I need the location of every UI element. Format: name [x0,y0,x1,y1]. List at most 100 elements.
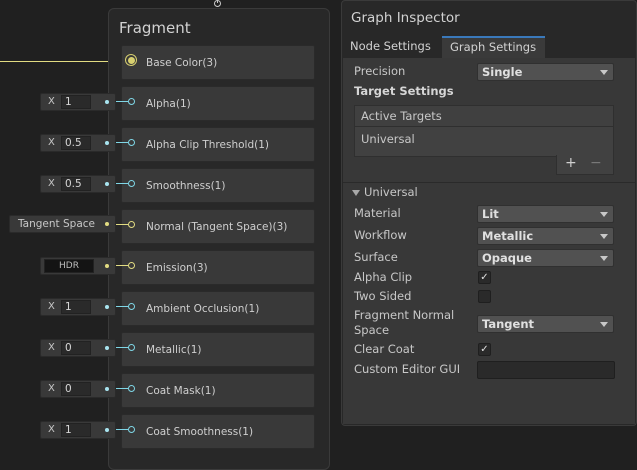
fragment-normal-space-label: Fragment Normal [354,308,455,322]
port-emission[interactable]: Emission(3) [121,250,315,285]
port-coat-mask[interactable]: Coat Mask(1) [121,373,315,408]
precision-dropdown[interactable]: Single [477,63,614,81]
output-dot-icon [105,387,109,391]
port-label: Smoothness(1) [146,180,226,192]
output-dot-icon [105,141,109,145]
material-label: Material [354,206,401,220]
emission-input[interactable]: HDR [40,257,116,275]
workflow-label: Workflow [354,228,407,242]
value-field[interactable]: 0 [61,382,91,396]
port-ambient-occlusion[interactable]: Ambient Occlusion(1) [121,291,315,326]
universal-foldout-icon[interactable] [352,190,360,196]
tab-node-settings[interactable]: Node Settings [350,36,438,58]
targets-add-remove: + − [556,155,614,175]
chevron-down-icon [600,322,608,327]
port-connector-icon[interactable] [128,344,135,351]
alpha-clip-label: Alpha Clip [354,270,413,284]
dropdown-value: Lit [482,207,499,221]
active-targets-title: Active Targets [361,109,442,123]
output-dot-icon [105,305,109,309]
output-dot-icon [105,264,109,268]
port-connector-icon[interactable] [128,426,135,433]
alpha-clip-checkbox[interactable]: ✓ [478,271,491,284]
graph-inspector-panel[interactable]: Graph Inspector Node Settings Graph Sett… [341,0,637,426]
normal-space-input[interactable]: Tangent Space [9,215,116,233]
dropdown-value: Single [482,65,523,79]
port-label: Alpha(1) [146,98,191,110]
value-field[interactable]: 0.5 [61,177,91,191]
fragment-normal-space-dropdown[interactable]: Tangent [477,315,614,333]
port-connector-icon[interactable] [128,303,135,310]
output-dot-icon [105,222,109,226]
port-coat-smoothness[interactable]: Coat Smoothness(1) [121,414,315,449]
port-label: Coat Smoothness(1) [146,426,254,438]
port-connector-icon[interactable] [128,262,135,269]
tab-graph-settings[interactable]: Graph Settings [442,36,545,58]
axis-label: X [48,342,55,353]
output-dot-icon [105,346,109,350]
value-field[interactable]: 0.5 [61,136,91,150]
port-label: Base Color(3) [146,57,218,69]
port-label: Emission(3) [146,262,208,274]
dropdown-value: Tangent [482,317,535,331]
section-divider [343,182,635,183]
value-field[interactable]: 1 [61,423,91,437]
tab-label: Node Settings [350,39,431,53]
two-sided-checkbox[interactable] [478,290,491,303]
active-targets-list: Active Targets Universal [354,105,614,157]
port-alpha-clip-threshold[interactable]: Alpha Clip Threshold(1) [121,127,315,162]
ambient-occlusion-input[interactable]: X 1 [40,298,116,316]
smoothness-input[interactable]: X 0.5 [40,175,116,193]
remove-target-button[interactable]: − [590,155,602,171]
port-base-color[interactable]: Base Color(3) [121,45,315,80]
add-target-button[interactable]: + [565,155,577,171]
axis-label: X [48,178,55,189]
chevron-down-icon [600,212,608,217]
output-dot-icon [105,428,109,432]
value-field[interactable]: 1 [61,95,91,109]
target-item-universal[interactable]: Universal [361,132,415,146]
target-settings-heading: Target Settings [354,84,454,98]
universal-section-title[interactable]: Universal [364,185,418,199]
alpha-clip-input[interactable]: X 0.5 [40,134,116,152]
metallic-input[interactable]: X 0 [40,339,116,357]
port-normal-tangent-space[interactable]: Normal (Tangent Space)(3) [121,209,315,244]
dropdown-value: Opaque [482,251,532,265]
output-dot-icon [105,100,109,104]
axis-label: X [48,424,55,435]
axis-label: X [48,383,55,394]
two-sided-label: Two Sided [354,289,412,303]
coat-smoothness-input[interactable]: X 1 [40,421,116,439]
hdr-color-field[interactable]: HDR [44,259,94,273]
clear-coat-checkbox[interactable]: ✓ [478,343,491,356]
port-connector-icon[interactable] [128,180,135,187]
node-top-handle-line [217,0,218,3]
coat-mask-input[interactable]: X 0 [40,380,116,398]
port-smoothness[interactable]: Smoothness(1) [121,168,315,203]
port-metallic[interactable]: Metallic(1) [121,332,315,367]
port-connector-icon[interactable] [128,221,135,228]
custom-editor-gui-label: Custom Editor GUI [354,362,461,376]
surface-dropdown[interactable]: Opaque [477,249,614,267]
normal-space-label: Tangent Space [18,218,95,230]
value-field[interactable]: 0 [61,341,91,355]
workflow-dropdown[interactable]: Metallic [477,227,614,245]
port-label: Coat Mask(1) [146,385,216,397]
surface-label: Surface [354,250,398,264]
fragment-normal-space-label-line2: Space [354,323,390,337]
custom-editor-gui-field[interactable] [477,361,615,379]
axis-label: X [48,301,55,312]
precision-label: Precision [354,64,406,78]
alpha-input[interactable]: X 1 [40,93,116,111]
port-connector-icon[interactable] [125,54,137,66]
port-connector-icon[interactable] [128,139,135,146]
port-connector-icon[interactable] [128,98,135,105]
chevron-down-icon [600,234,608,239]
tab-label: Graph Settings [450,40,537,54]
axis-label: X [48,96,55,107]
port-alpha[interactable]: Alpha(1) [121,86,315,121]
port-connector-icon[interactable] [128,385,135,392]
value-field[interactable]: 1 [61,300,91,314]
material-dropdown[interactable]: Lit [477,205,614,223]
chevron-down-icon [600,70,608,75]
